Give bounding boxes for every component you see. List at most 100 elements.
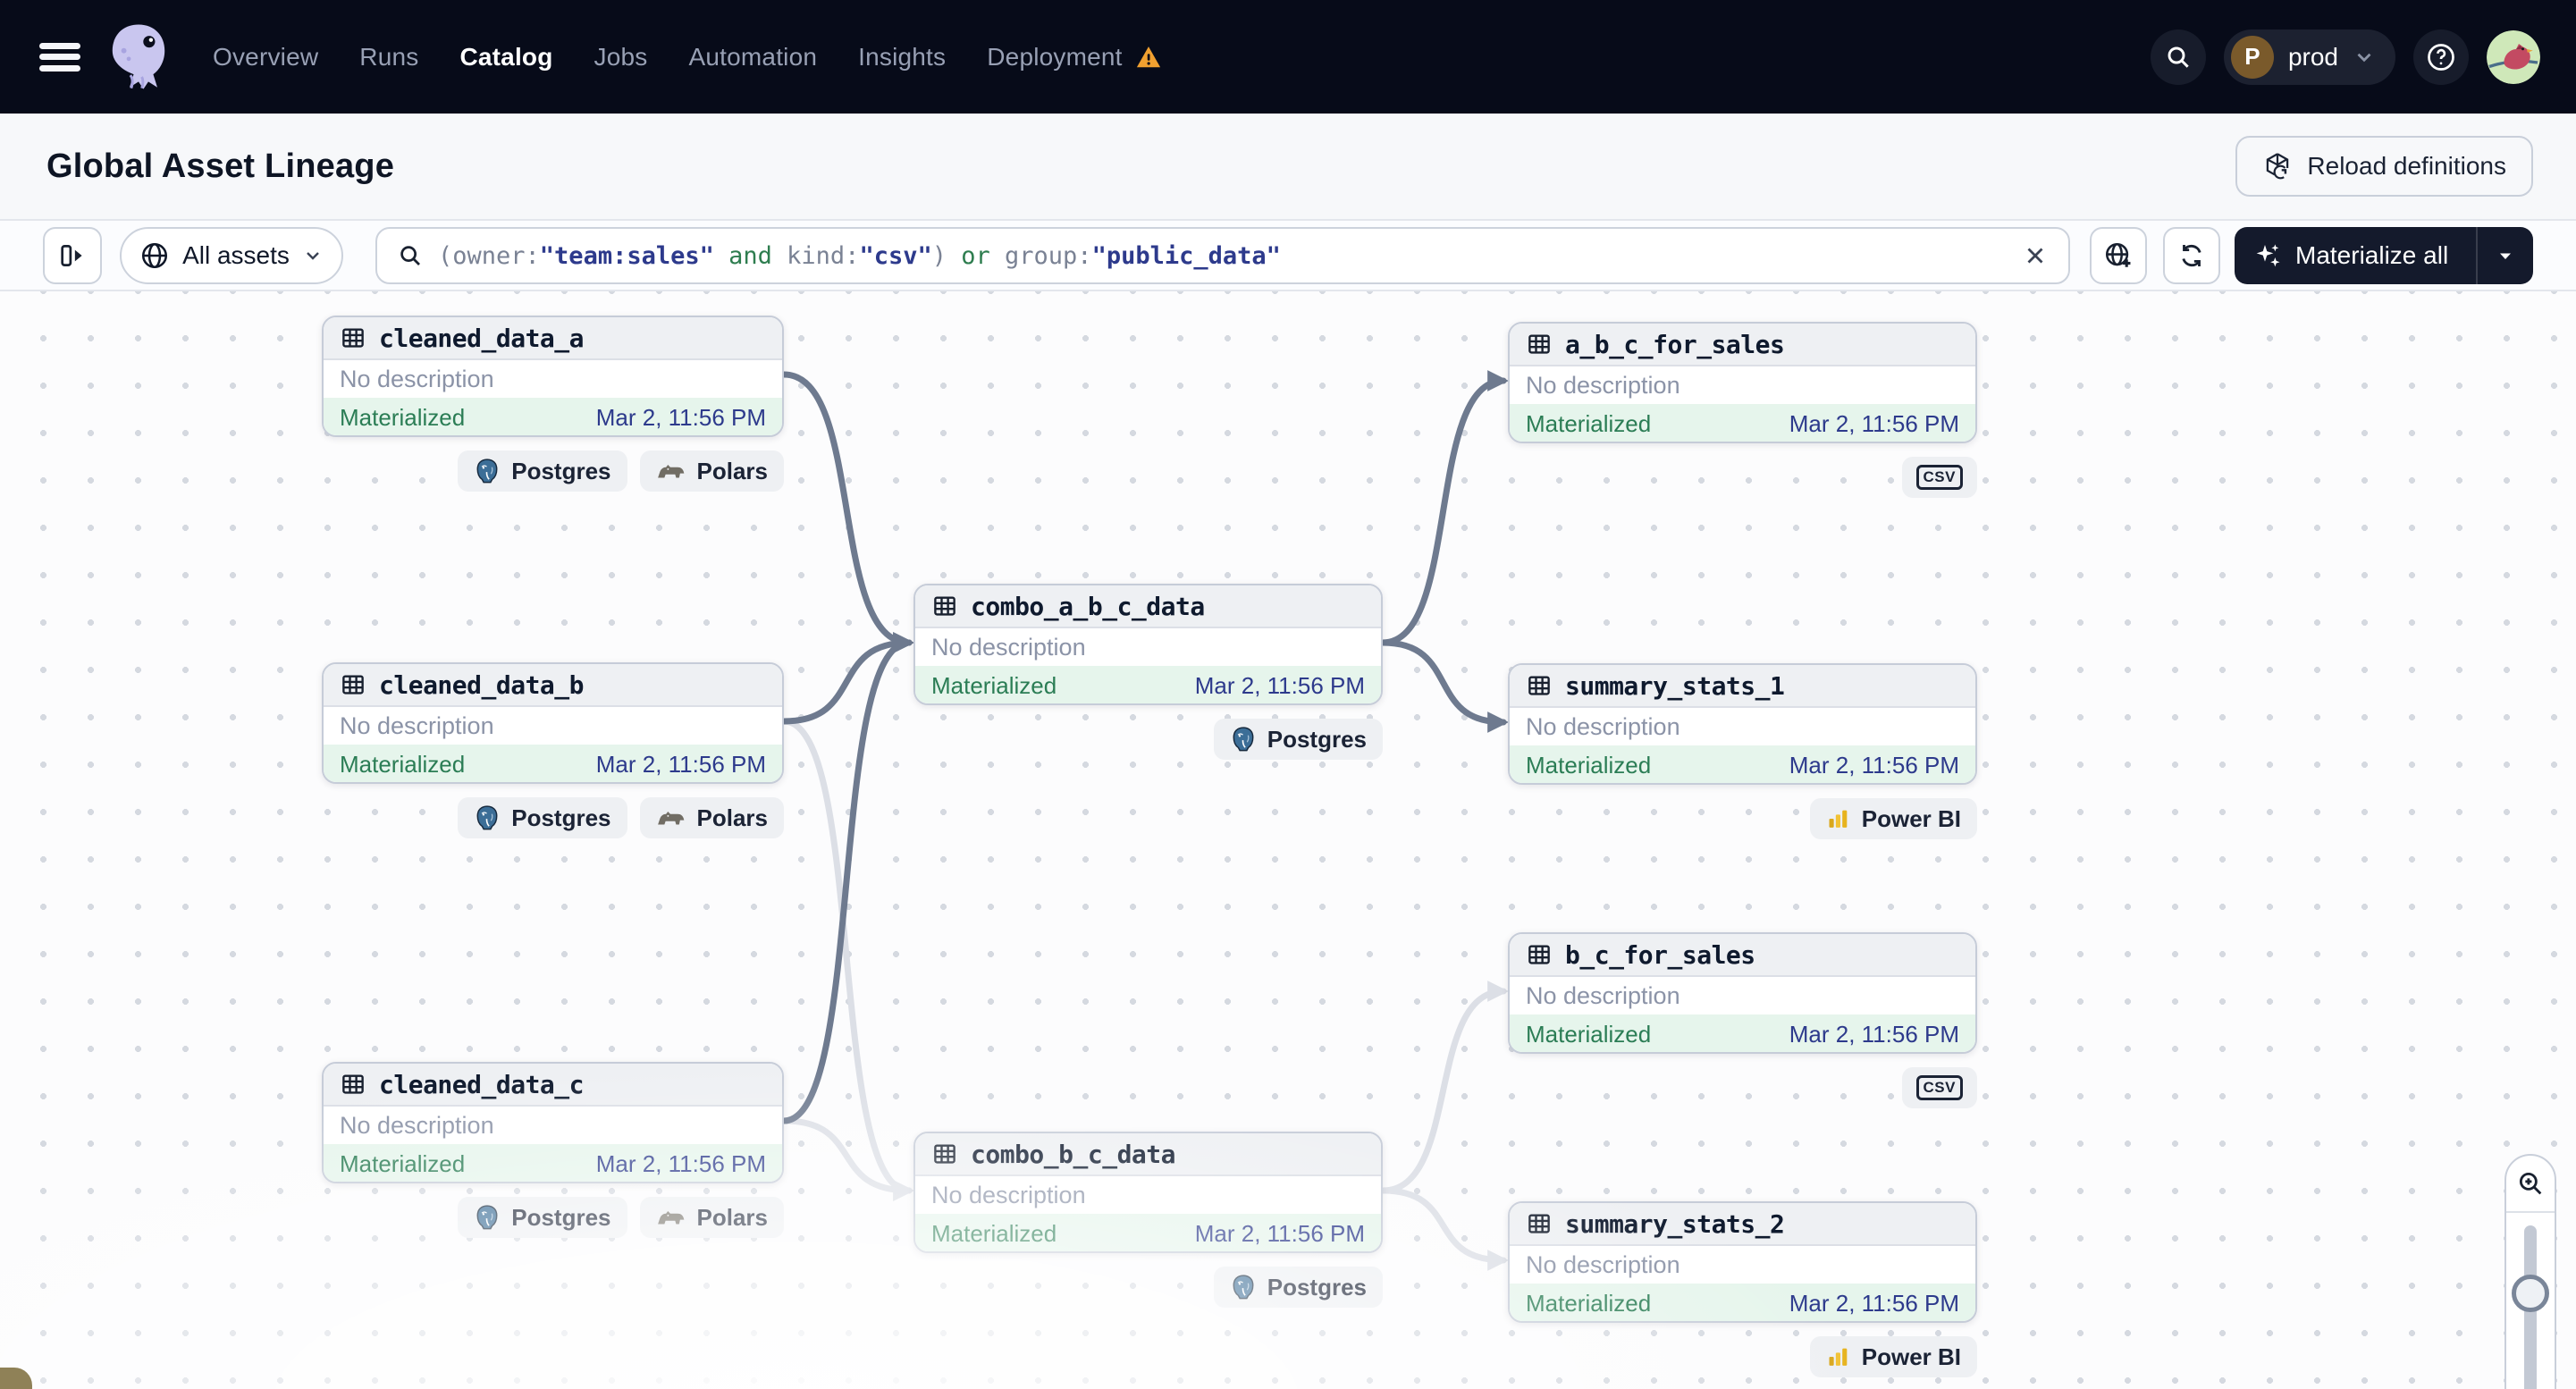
tag-power-bi[interactable]: Power BI xyxy=(1809,1336,1977,1377)
polars-icon xyxy=(656,807,686,829)
asset-description: No description xyxy=(340,711,494,739)
query-token: (owner: xyxy=(438,241,540,270)
asset-node-cleaned_data_a[interactable]: cleaned_data_a No description Materialized… xyxy=(322,316,784,437)
sparkles-icon xyxy=(2254,241,2283,270)
asset-status-row[interactable]: Materialized Mar 2, 11:56 PM xyxy=(1510,1014,1975,1052)
asset-status-row[interactable]: Materialized Mar 2, 11:56 PM xyxy=(915,666,1381,703)
asset-node-combo_a_b_c_data[interactable]: combo_a_b_c_data No description Materializ… xyxy=(913,584,1383,705)
table-icon xyxy=(931,1141,958,1167)
asset-status-row[interactable]: Materialized Mar 2, 11:56 PM xyxy=(915,1214,1381,1251)
asset-scope-dropdown[interactable]: All assets xyxy=(120,227,343,284)
table-icon xyxy=(340,1071,366,1098)
asset-status-row[interactable]: Materialized Mar 2, 11:56 PM xyxy=(1510,404,1975,442)
zoom-slider[interactable] xyxy=(2506,1213,2555,1389)
nav-item-overview[interactable]: Overview xyxy=(213,43,318,72)
tag-label: Power BI xyxy=(1861,804,1961,832)
new-scope-button[interactable] xyxy=(2090,227,2147,284)
query-token: and xyxy=(713,241,787,270)
asset-node-header[interactable]: combo_a_b_c_data xyxy=(915,585,1381,628)
query-token: "team:sales" xyxy=(539,241,714,270)
asset-search-input[interactable]: (owner:"team:sales" and kind:"csv") or g… xyxy=(375,227,2070,284)
refresh-graph-button[interactable] xyxy=(2163,227,2220,284)
asset-node-combo_b_c_data[interactable]: combo_b_c_data No description Materialized… xyxy=(913,1132,1383,1253)
edge-combo_b_c_data-to-b_c_for_sales xyxy=(1379,981,1509,1194)
tag-power-bi[interactable]: Power BI xyxy=(1809,798,1977,839)
materialize-all-button[interactable]: Materialize all xyxy=(2235,227,2533,284)
tag-csv[interactable]: CSV xyxy=(1901,1067,1977,1108)
help-button[interactable] xyxy=(2413,29,2469,85)
asset-tag-row: Power BI xyxy=(1809,798,1977,839)
search-query-text: (owner:"team:sales" and kind:"csv") or g… xyxy=(438,242,2008,270)
tag-polars[interactable]: Polars xyxy=(639,450,784,492)
materialized-status: Materialized xyxy=(1526,751,1652,779)
tag-postgres[interactable]: Postgres xyxy=(458,450,627,492)
asset-status-row[interactable]: Materialized Mar 2, 11:56 PM xyxy=(324,745,782,782)
lineage-graph-canvas[interactable]: cleaned_data_a No description Materialized… xyxy=(0,291,2576,1389)
asset-node-header[interactable]: b_c_for_sales xyxy=(1510,934,1975,977)
materialized-timestamp: Mar 2, 11:56 PM xyxy=(1789,409,1959,437)
polars-icon xyxy=(656,1207,686,1228)
asset-node-cleaned_data_b[interactable]: cleaned_data_b No description Materialized… xyxy=(322,662,784,784)
nav-item-runs[interactable]: Runs xyxy=(359,43,418,72)
tag-postgres[interactable]: Postgres xyxy=(1213,1267,1383,1308)
global-search-button[interactable] xyxy=(2150,29,2206,85)
zoom-in-button[interactable] xyxy=(2506,1156,2555,1213)
tag-polars[interactable]: Polars xyxy=(639,1197,784,1238)
asset-node-header[interactable]: summary_stats_2 xyxy=(1510,1203,1975,1246)
asset-status-row[interactable]: Materialized Mar 2, 11:56 PM xyxy=(324,398,782,435)
tag-postgres[interactable]: Postgres xyxy=(458,797,627,838)
zoom-in-icon xyxy=(2515,1168,2546,1199)
csv-icon: CSV xyxy=(1915,465,1963,490)
chevron-down-icon xyxy=(302,245,324,266)
asset-node-header[interactable]: a_b_c_for_sales xyxy=(1510,324,1975,366)
asset-node-header[interactable]: cleaned_data_c xyxy=(324,1064,782,1107)
deployment-switcher[interactable]: P prod xyxy=(2223,29,2395,85)
asset-node-header[interactable]: cleaned_data_b xyxy=(324,664,782,707)
asset-node-cleaned_data_c[interactable]: cleaned_data_c No description Materialized… xyxy=(322,1062,784,1183)
deployment-name: prod xyxy=(2287,42,2338,71)
nav-item-automation[interactable]: Automation xyxy=(689,43,818,72)
tag-label: Polars xyxy=(696,457,769,484)
asset-name: summary_stats_2 xyxy=(1565,1208,1785,1239)
reload-cube-icon xyxy=(2262,151,2293,181)
asset-name: cleaned_data_a xyxy=(379,323,585,353)
tag-postgres[interactable]: Postgres xyxy=(458,1197,627,1238)
materialized-timestamp: Mar 2, 11:56 PM xyxy=(595,750,766,778)
powerbi-icon xyxy=(1826,1344,1851,1369)
asset-status-row[interactable]: Materialized Mar 2, 11:56 PM xyxy=(324,1144,782,1182)
materialize-options-button[interactable] xyxy=(2478,227,2533,284)
expand-sidebar-button[interactable] xyxy=(43,227,102,284)
asset-name: a_b_c_for_sales xyxy=(1565,329,1785,359)
nav-item-catalog[interactable]: Catalog xyxy=(459,43,552,72)
query-token: ) xyxy=(931,241,962,270)
asset-node-b_c_for_sales[interactable]: b_c_for_sales No description Materialized M… xyxy=(1508,932,1977,1054)
tag-csv[interactable]: CSV xyxy=(1901,457,1977,498)
asset-node-header[interactable]: summary_stats_1 xyxy=(1510,665,1975,708)
nav-item-label: Insights xyxy=(858,42,947,71)
asset-description: No description xyxy=(1526,712,1680,740)
asset-node-a_b_c_for_sales[interactable]: a_b_c_for_sales No description Materialize… xyxy=(1508,322,1977,443)
asset-node-header[interactable]: combo_b_c_data xyxy=(915,1133,1381,1176)
clear-search-button[interactable] xyxy=(2022,242,2049,269)
nav-item-deployment[interactable]: Deployment xyxy=(987,43,1161,72)
tag-polars[interactable]: Polars xyxy=(639,797,784,838)
asset-name: cleaned_data_c xyxy=(379,1069,585,1099)
postgres-icon xyxy=(474,1204,501,1231)
nav-item-jobs[interactable]: Jobs xyxy=(594,43,648,72)
materialized-timestamp: Mar 2, 11:56 PM xyxy=(1789,1289,1959,1317)
asset-node-header[interactable]: cleaned_data_a xyxy=(324,317,782,360)
materialized-timestamp: Mar 2, 11:56 PM xyxy=(1194,671,1365,699)
asset-status-row[interactable]: Materialized Mar 2, 11:56 PM xyxy=(1510,745,1975,783)
asset-status-row[interactable]: Materialized Mar 2, 11:56 PM xyxy=(1510,1284,1975,1321)
dagster-logo[interactable] xyxy=(105,20,172,95)
tag-label: Postgres xyxy=(511,1203,611,1231)
user-avatar[interactable] xyxy=(2487,29,2540,84)
nav-item-insights[interactable]: Insights xyxy=(858,43,946,72)
edge-combo_b_c_data-to-summary_stats_2 xyxy=(1379,1187,1509,1271)
reload-definitions-button[interactable]: Reload definitions xyxy=(2235,136,2533,197)
zoom-slider-thumb[interactable] xyxy=(2512,1275,2549,1312)
asset-node-summary_stats_2[interactable]: summary_stats_2 No description Materialize… xyxy=(1508,1201,1977,1323)
tag-postgres[interactable]: Postgres xyxy=(1213,719,1383,760)
asset-node-summary_stats_1[interactable]: summary_stats_1 No description Materialize… xyxy=(1508,663,1977,785)
hamburger-menu-icon[interactable] xyxy=(39,42,80,72)
